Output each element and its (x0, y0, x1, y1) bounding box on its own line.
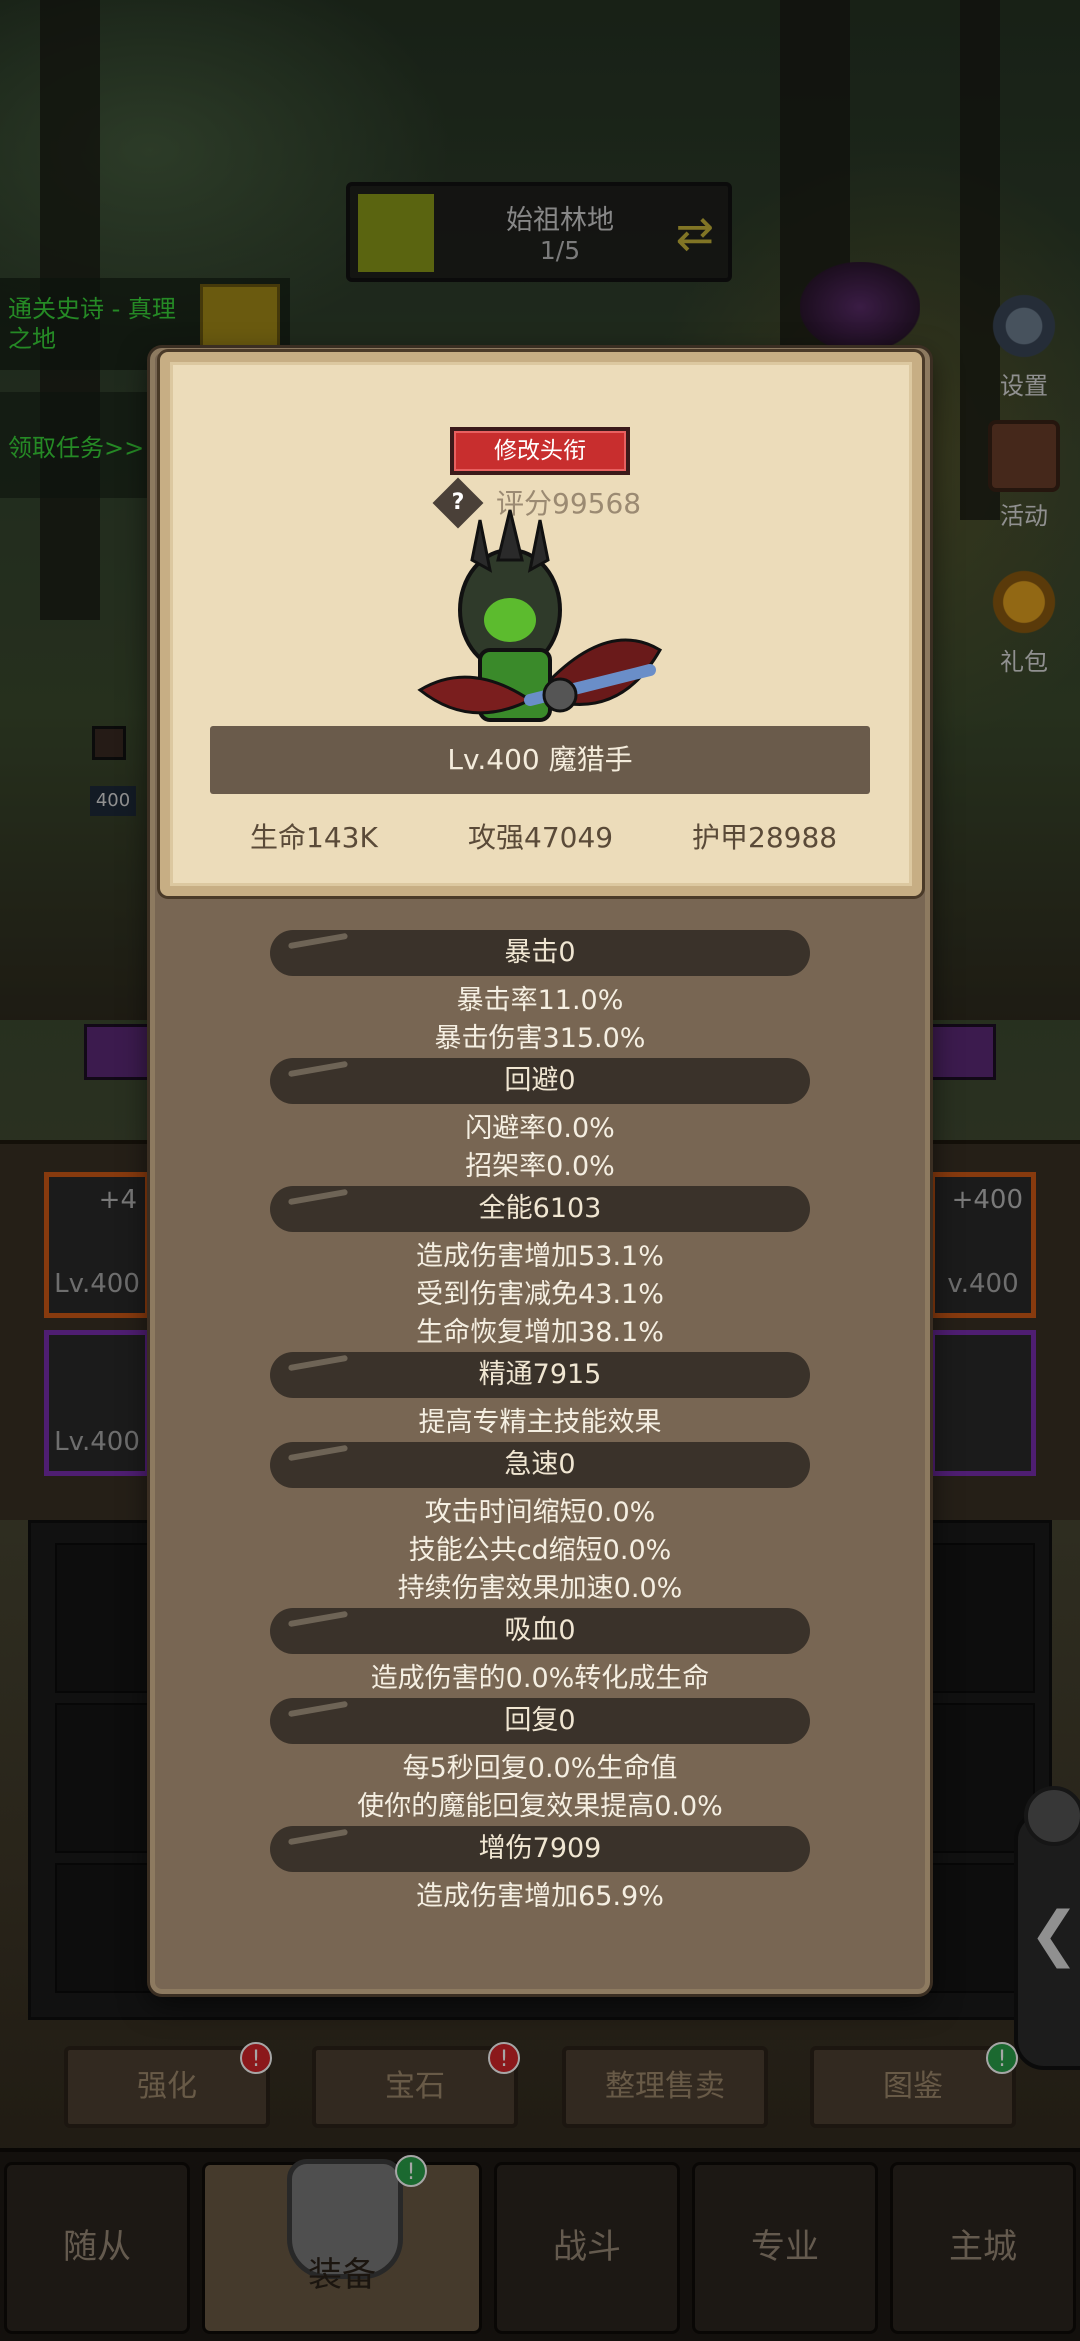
lifesteal-header: 吸血0 (270, 1608, 810, 1654)
crit-header: 暴击0 (270, 930, 810, 976)
damage-bonus-header: 增伤7909 (270, 1826, 810, 1872)
stat-line: 造成伤害的0.0%转化成生命 (370, 1663, 710, 1694)
stat-line: 持续伤害效果加速0.0% (397, 1573, 683, 1604)
hero-name-bar: Lv.400 魔猎手 (210, 726, 870, 794)
stat-line: 每5秒回复0.0%生命值 (402, 1753, 678, 1784)
stat-line: 攻击时间缩短0.0% (424, 1497, 656, 1528)
versatility-header: 全能6103 (270, 1186, 810, 1232)
regen-header: 回复0 (270, 1698, 810, 1744)
mastery-header: 精通7915 (270, 1352, 810, 1398)
attack-stat: 攻强47049 (468, 821, 614, 854)
stat-line: 暴击伤害315.0% (434, 1023, 646, 1054)
haste-header: 急速0 (270, 1442, 810, 1488)
hp-stat: 生命143K (250, 821, 378, 854)
stat-line: 生命恢复增加38.1% (416, 1317, 664, 1348)
stat-line: 提高专精主技能效果 (418, 1407, 662, 1438)
stat-line: 使你的魔能回复效果提高0.0% (357, 1791, 723, 1822)
stat-line: 造成伤害增加65.9% (416, 1881, 664, 1912)
stat-line: 造成伤害增加53.1% (416, 1241, 664, 1272)
stat-line: 技能公共cd缩短0.0% (408, 1535, 672, 1566)
stat-line: 招架率0.0% (465, 1151, 615, 1182)
stat-line: 暴击率11.0% (456, 985, 624, 1016)
change-title-button[interactable]: 修改头衔 (450, 427, 630, 475)
dodge-header: 回避0 (270, 1058, 810, 1104)
stat-line: 受到伤害减免43.1% (416, 1279, 664, 1310)
armor-stat: 护甲28988 (692, 821, 838, 854)
stat-line: 闪避率0.0% (465, 1113, 615, 1144)
